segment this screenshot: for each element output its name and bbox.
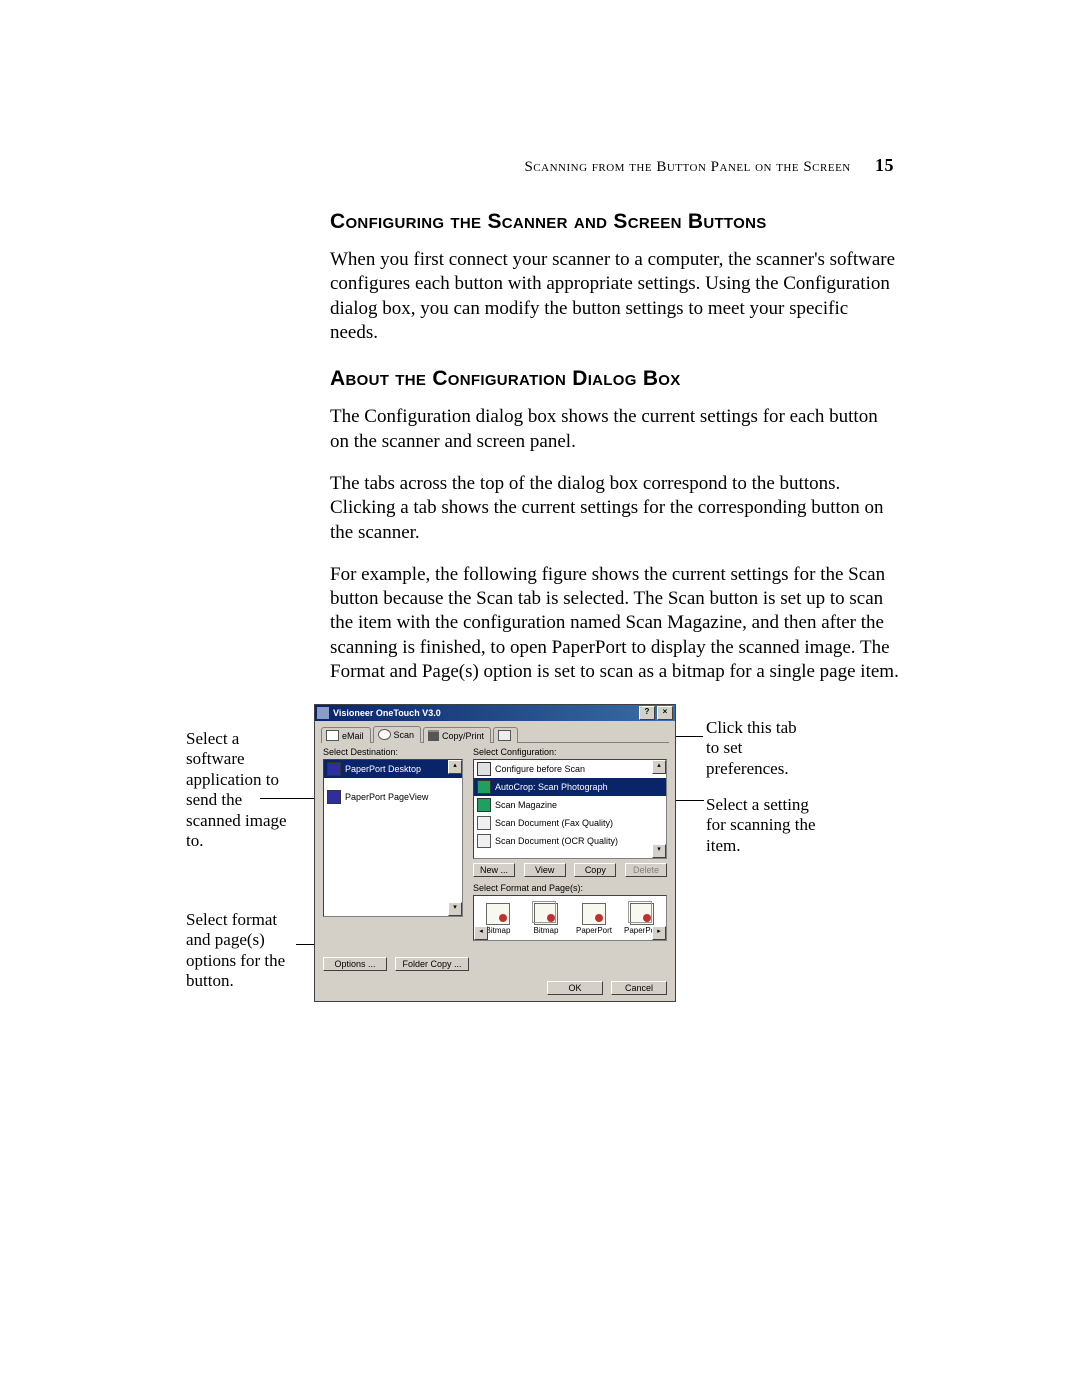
tab-scan-label: Scan	[394, 730, 415, 740]
list-item[interactable]: PaperPort PageView	[324, 788, 462, 806]
tab-strip: eMail Scan Copy/Print	[321, 725, 669, 743]
scroll-left-icon[interactable]: ◂	[474, 926, 488, 940]
new-button[interactable]: New ...	[473, 863, 515, 877]
photo-icon	[477, 780, 491, 794]
config-icon	[477, 762, 491, 776]
list-item[interactable]: Scan Magazine	[474, 796, 666, 814]
list-item-label: Configure before Scan	[495, 764, 585, 774]
scroll-up-icon[interactable]: ▴	[448, 760, 462, 774]
document-icon	[477, 816, 491, 830]
printer-icon	[428, 730, 439, 741]
format-item[interactable]: Bitmap	[522, 901, 570, 935]
help-button[interactable]: ?	[639, 706, 655, 720]
running-head-text: Scanning from the Button Panel on the Sc…	[524, 159, 850, 175]
preferences-icon	[498, 730, 511, 741]
running-head: Scanning from the Button Panel on the Sc…	[524, 155, 894, 176]
para-about1: The Configuration dialog box shows the c…	[330, 405, 900, 454]
tab-copyprint[interactable]: Copy/Print	[423, 727, 491, 743]
scan-icon	[378, 729, 391, 740]
list-item[interactable]: Scan Document (Fax Quality)	[474, 814, 666, 832]
heading-configuring: Configuring the Scanner and Screen Butto…	[330, 210, 900, 234]
page-number: 15	[875, 155, 894, 175]
list-item-label: Scan Document (Fax Quality)	[495, 818, 613, 828]
list-item-label: Scan Magazine	[495, 800, 557, 810]
paperport-multi-icon	[630, 903, 654, 925]
options-button[interactable]: Options ...	[323, 957, 387, 971]
config-dialog: Visioneer OneTouch V3.0 ? × eMail Scan C…	[314, 704, 676, 1002]
scroll-down-icon[interactable]: ▾	[652, 844, 666, 858]
callout-format: Select format and page(s) options for th…	[186, 910, 296, 992]
scroll-right-icon[interactable]: ▸	[652, 926, 666, 940]
callout-config: Select a setting for scanning the item.	[706, 795, 826, 856]
format-list[interactable]: ◂ Bitmap Bitmap PaperPort	[473, 895, 667, 941]
delete-button[interactable]: Delete	[625, 863, 667, 877]
tab-preferences[interactable]	[493, 727, 518, 743]
ok-button[interactable]: OK	[547, 981, 603, 995]
label-select-configuration: Select Configuration:	[473, 747, 667, 757]
list-item-label: AutoCrop: Scan Photograph	[495, 782, 608, 792]
paperport-icon	[327, 762, 341, 776]
app-icon	[317, 707, 329, 719]
list-item[interactable]: AutoCrop: Scan Photograph	[474, 778, 666, 796]
configuration-list[interactable]: ▴ Configure before Scan AutoCrop: Scan P…	[473, 759, 667, 859]
close-button[interactable]: ×	[657, 706, 673, 720]
bitmap-icon	[486, 903, 510, 925]
callout-destination: Select a software application to send th…	[186, 729, 296, 851]
format-item-label: Bitmap	[534, 926, 559, 935]
format-item[interactable]: PaperPort	[570, 901, 618, 935]
tab-email-label: eMail	[342, 731, 364, 741]
tab-scan[interactable]: Scan	[373, 726, 422, 743]
destination-list[interactable]: ▴ PaperPort Desktop PaperPort PageView ▾	[323, 759, 463, 917]
list-item-label: Scan Document (OCR Quality)	[495, 836, 618, 846]
label-select-destination: Select Destination:	[323, 747, 463, 757]
list-item-label: PaperPort PageView	[345, 792, 428, 802]
tab-email[interactable]: eMail	[321, 727, 371, 743]
list-item[interactable]: Configure before Scan	[474, 760, 666, 778]
paperport-doc-icon	[582, 903, 606, 925]
cancel-button[interactable]: Cancel	[611, 981, 667, 995]
para-intro: When you first connect your scanner to a…	[330, 248, 900, 345]
mail-icon	[326, 730, 339, 741]
scroll-down-icon[interactable]: ▾	[448, 902, 462, 916]
list-item[interactable]: Scan Document (OCR Quality)	[474, 832, 666, 850]
photo-icon	[477, 798, 491, 812]
view-button[interactable]: View	[524, 863, 566, 877]
titlebar[interactable]: Visioneer OneTouch V3.0 ? ×	[315, 705, 675, 721]
scroll-up-icon[interactable]: ▴	[652, 760, 666, 774]
folder-copy-button[interactable]: Folder Copy ...	[395, 957, 469, 971]
format-item-label: PaperPort	[576, 926, 612, 935]
list-item[interactable]: PaperPort Desktop	[324, 760, 462, 778]
para-about3: For example, the following figure shows …	[330, 563, 900, 685]
tab-copyprint-label: Copy/Print	[442, 731, 484, 741]
callout-preferences: Click this tab to set preferences.	[706, 718, 811, 779]
document-icon	[477, 834, 491, 848]
bitmap-multi-icon	[534, 903, 558, 925]
copy-button[interactable]: Copy	[574, 863, 616, 877]
para-about2: The tabs across the top of the dialog bo…	[330, 472, 900, 545]
heading-about-dialog: About the Configuration Dialog Box	[330, 367, 900, 391]
label-format-pages: Select Format and Page(s):	[473, 883, 667, 893]
window-title: Visioneer OneTouch V3.0	[333, 708, 637, 718]
paperport-icon	[327, 790, 341, 804]
list-item-label: PaperPort Desktop	[345, 764, 421, 774]
format-item-label: Bitmap	[486, 926, 511, 935]
